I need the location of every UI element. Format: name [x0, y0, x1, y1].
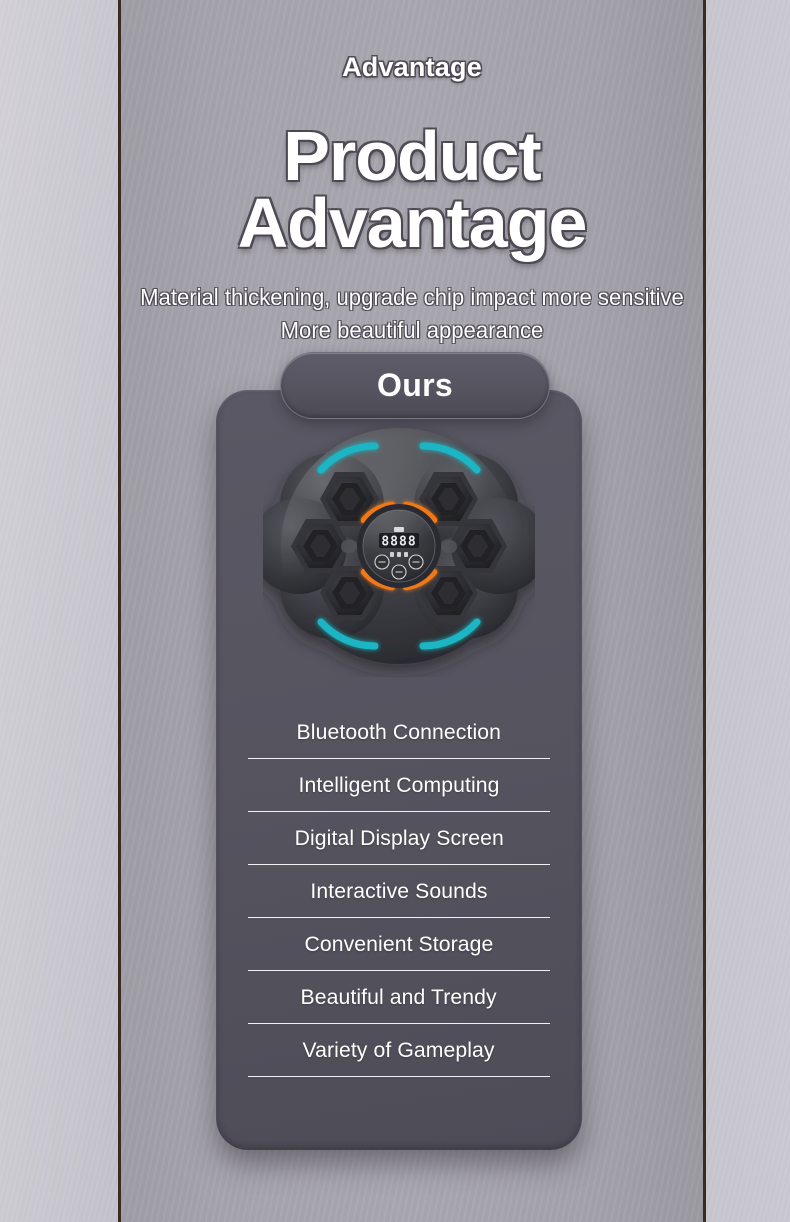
indicator-icons — [390, 552, 408, 557]
feature-label: Variety of Gameplay — [302, 1038, 496, 1062]
page-title: Product Advantage — [237, 117, 588, 263]
subtitle-line-1: Material thickening, upgrade chip impact… — [140, 284, 684, 311]
header: Advantage Product Advantage Material thi… — [121, 0, 703, 347]
subtitle: Material thickening, upgrade chip impact… — [133, 281, 692, 346]
hub-button-bottom — [391, 564, 407, 580]
main-panel: Advantage Product Advantage Material thi… — [118, 0, 706, 1222]
feature-label: Interactive Sounds — [310, 879, 488, 903]
list-item: Beautiful and Trendy — [248, 971, 550, 1025]
list-item: Convenient Storage — [248, 918, 550, 972]
display-value: 8888 — [381, 535, 416, 550]
list-item: Intelligent Computing — [248, 759, 550, 813]
hub-top-icon — [394, 527, 404, 532]
digital-display: 8888 — [379, 533, 419, 550]
feature-list: Bluetooth Connection Intelligent Computi… — [216, 702, 582, 1078]
feature-label: Bluetooth Connection — [296, 720, 502, 744]
list-item: Variety of Gameplay — [248, 1024, 550, 1078]
subtitle-line-2: More beautiful appearance — [280, 317, 544, 344]
music-boxing-machine-icon: 8888 — [263, 428, 535, 664]
feature-label: Beautiful and Trendy — [300, 985, 498, 1009]
feature-label: Intelligent Computing — [298, 773, 500, 797]
feature-label: Convenient Storage — [304, 932, 494, 956]
control-hub: 8888 — [357, 504, 441, 588]
feature-label: Digital Display Screen — [294, 826, 504, 850]
list-item: Bluetooth Connection — [248, 706, 550, 760]
ours-badge: Ours — [280, 352, 550, 419]
list-item: Digital Display Screen — [248, 812, 550, 866]
eyebrow-label: Advantage — [342, 52, 482, 82]
product-card: 8888 Bluetooth Connection Intelligent Co… — [216, 390, 582, 1150]
hub-button-right — [408, 554, 424, 570]
list-item: Interactive Sounds — [248, 865, 550, 919]
product-image-area: 8888 — [216, 390, 582, 702]
hub-button-left — [374, 554, 390, 570]
ours-badge-label: Ours — [377, 367, 453, 403]
device-body: 8888 — [263, 428, 535, 664]
